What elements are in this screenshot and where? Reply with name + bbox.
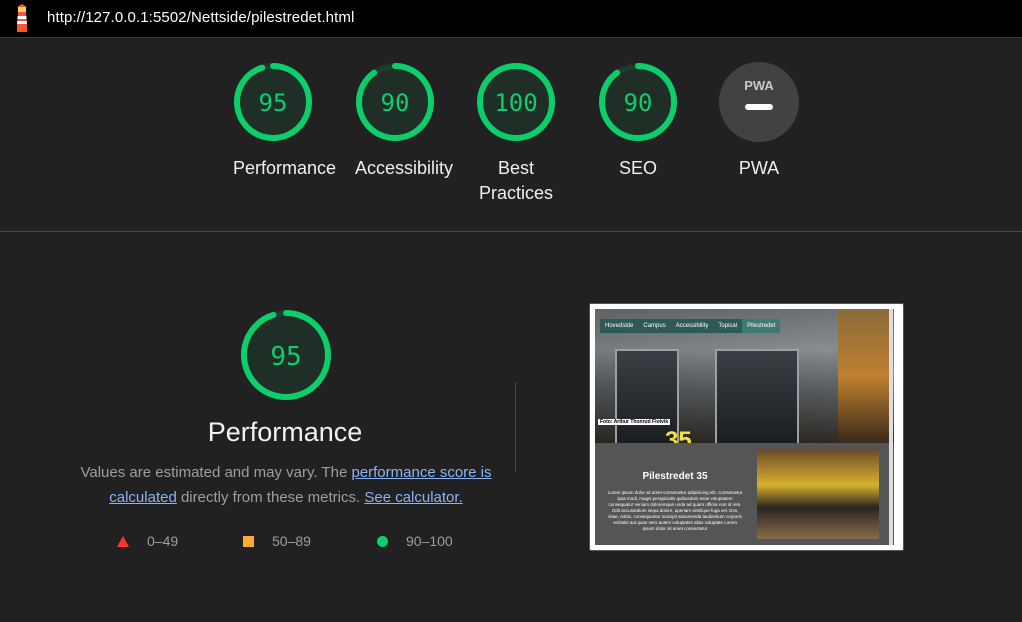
- score-ring: 90: [356, 63, 434, 141]
- score-value: 95: [259, 89, 288, 117]
- gauge-performance[interactable]: 95 Performance: [233, 62, 337, 181]
- screenshot-nav: Hovedside Campus Accessibility Topical P…: [600, 319, 781, 333]
- desc-text: Values are estimated and may vary. The: [80, 464, 352, 481]
- legend-average: 50–89: [243, 533, 311, 549]
- gauge-label: Best Practices: [478, 158, 554, 203]
- nav-item: Campus: [643, 323, 666, 329]
- nav-item: Accessibility: [675, 323, 709, 329]
- report-header: http://127.0.0.1:5502/Nettside/pilestred…: [0, 0, 1022, 38]
- scrollbar: [889, 309, 893, 545]
- legend-range: 90–100: [406, 533, 453, 549]
- legend-pass: 90–100: [377, 533, 453, 549]
- content-body: Lorem ipsum dolor sit amet consectetur a…: [607, 490, 743, 531]
- score-ring: 100: [477, 63, 555, 141]
- gauge-label: Performance: [233, 158, 337, 178]
- score-value: 90: [381, 89, 410, 117]
- gauge-accessibility[interactable]: 90 Accessibility: [355, 62, 454, 181]
- legend-range: 0–49: [147, 533, 179, 549]
- vertical-divider: [515, 382, 516, 472]
- performance-description: Values are estimated and may vary. The p…: [80, 460, 492, 510]
- pwa-badge-icon: PWA: [719, 62, 799, 142]
- nav-item: Hovedside: [605, 323, 634, 329]
- page-url[interactable]: http://127.0.0.1:5502/Nettside/pilestred…: [47, 9, 354, 26]
- nav-item-active: Pilestredet: [742, 319, 781, 333]
- performance-title: Performance: [207, 417, 363, 447]
- gauge-pwa[interactable]: PWA PWA: [719, 62, 799, 181]
- score-value: 100: [494, 89, 537, 117]
- performance-score-gauge: 95: [241, 310, 331, 400]
- content-heading: Pilestredet 35: [642, 471, 708, 482]
- cafe-image: [838, 309, 894, 443]
- legend-fail: 0–49: [117, 533, 178, 549]
- legend-range: 50–89: [272, 533, 311, 549]
- square-icon: [243, 535, 254, 547]
- gauge-label: PWA: [738, 158, 780, 178]
- triangle-icon: [117, 535, 129, 547]
- desc-text: directly from these metrics.: [176, 489, 365, 506]
- final-screenshot[interactable]: Hovedside Campus Accessibility Topical P…: [589, 303, 904, 551]
- score-value: 90: [624, 89, 653, 117]
- gauge-best-practices[interactable]: 100 Best Practices: [476, 62, 556, 206]
- score-ring: 90: [599, 63, 677, 141]
- photo-caption: Foto: Arthur Thonrud Flotvik: [598, 419, 671, 425]
- see-calculator-link[interactable]: See calculator.: [364, 489, 462, 506]
- circle-icon: [377, 535, 388, 547]
- gauge-label: Accessibility: [355, 158, 454, 178]
- pwa-badge-text: PWA: [744, 78, 774, 93]
- gauge-seo[interactable]: 90 SEO: [598, 62, 678, 181]
- content-section: Pilestredet 35 Lorem ipsum dolor sit ame…: [595, 443, 894, 545]
- lighthouse-icon: [17, 4, 27, 32]
- nav-item: Topical: [718, 323, 738, 329]
- kiosk-image: [757, 449, 879, 539]
- door-image: [715, 349, 799, 447]
- section-divider: [0, 231, 1022, 232]
- dash-icon: [745, 104, 773, 110]
- gauge-label: SEO: [618, 158, 657, 178]
- score-ring: 95: [234, 63, 312, 141]
- screenshot-page: Hovedside Campus Accessibility Topical P…: [595, 309, 894, 545]
- performance-score-value: 95: [270, 342, 301, 372]
